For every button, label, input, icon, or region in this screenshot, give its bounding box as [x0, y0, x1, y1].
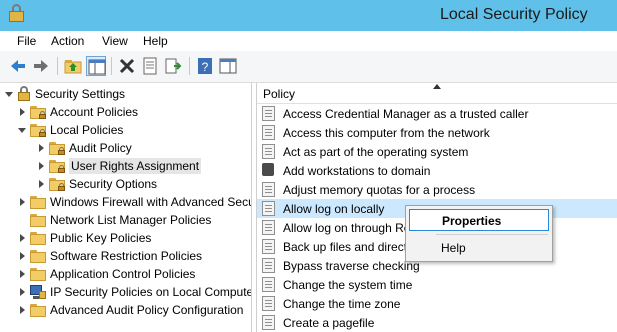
- up-folder-icon[interactable]: [63, 56, 83, 76]
- toolbar: ?: [0, 51, 617, 83]
- help-icon[interactable]: ?: [195, 56, 215, 76]
- window-title: Local Security Policy: [440, 6, 588, 23]
- folder-icon: [30, 267, 46, 281]
- policy-icon: [262, 144, 275, 159]
- svg-text:?: ?: [202, 60, 209, 74]
- expand-arrow-icon[interactable]: [17, 287, 27, 297]
- list-item[interactable]: Change the time zone: [257, 294, 617, 313]
- policy-icon: [262, 296, 275, 311]
- tree-item-network-list-manager[interactable]: Network List Manager Policies: [17, 211, 211, 229]
- menu-bar: File Action View Help: [0, 31, 617, 51]
- show-hide-tree-icon[interactable]: [86, 56, 106, 76]
- locked-folder-icon: [49, 159, 65, 173]
- ip-security-icon: [30, 284, 46, 300]
- locked-folder-icon: [30, 105, 46, 119]
- title-bar: Local Security Policy: [0, 0, 617, 31]
- menu-help[interactable]: Help: [143, 34, 168, 48]
- locked-folder-icon: [49, 141, 65, 155]
- menu-view[interactable]: View: [102, 34, 128, 48]
- collapse-arrow-icon[interactable]: [17, 125, 27, 135]
- list-item[interactable]: Create a pagefile: [257, 313, 617, 332]
- expand-arrow-icon[interactable]: [17, 269, 27, 279]
- folder-icon: [30, 249, 46, 263]
- security-lock-icon: [17, 86, 31, 102]
- policy-icon: [262, 277, 275, 292]
- context-menu-separator: [436, 234, 548, 235]
- properties-icon[interactable]: [140, 56, 160, 76]
- policy-icon: [262, 220, 275, 235]
- toolbar-separator: [189, 57, 190, 75]
- folder-icon: [30, 231, 46, 245]
- expand-arrow-icon[interactable]: [36, 143, 46, 153]
- policy-column-header[interactable]: Policy: [257, 83, 617, 104]
- show-action-pane-icon[interactable]: [218, 56, 238, 76]
- forward-icon[interactable]: [31, 56, 51, 76]
- list-item[interactable]: Adjust memory quotas for a process: [257, 180, 617, 199]
- tree-item-ip-security-policies[interactable]: IP Security Policies on Local Compute: [17, 283, 251, 301]
- delete-icon[interactable]: [117, 56, 137, 76]
- sort-ascending-icon: [433, 84, 441, 89]
- list-item[interactable]: Access Credential Manager as a trusted c…: [257, 104, 617, 123]
- context-menu-help[interactable]: Help: [409, 237, 549, 259]
- tree-item-public-key-policies[interactable]: Public Key Policies: [17, 229, 151, 247]
- expand-arrow-icon[interactable]: [36, 161, 46, 171]
- expand-arrow-icon[interactable]: [17, 251, 27, 261]
- menu-action[interactable]: Action: [51, 34, 84, 48]
- tree-item-security-options[interactable]: Security Options: [36, 175, 157, 193]
- context-menu-properties[interactable]: Properties: [409, 209, 549, 231]
- list-item[interactable]: Access this computer from the network: [257, 123, 617, 142]
- tree-item-user-rights-assignment[interactable]: User Rights Assignment: [36, 157, 202, 175]
- list-item[interactable]: Change the system time: [257, 275, 617, 294]
- policy-icon: [262, 201, 275, 216]
- policy-icon: [262, 258, 275, 273]
- expand-arrow-icon[interactable]: [17, 107, 27, 117]
- tree-item-software-restriction[interactable]: Software Restriction Policies: [17, 247, 202, 265]
- tree-pane: Security Settings Account Policies Local…: [0, 83, 252, 332]
- tree-item-application-control[interactable]: Application Control Policies: [17, 265, 195, 283]
- policy-group-icon: [262, 163, 275, 178]
- security-policy-app-icon: [9, 4, 24, 22]
- locked-folder-icon: [49, 177, 65, 191]
- menu-file[interactable]: File: [17, 34, 36, 48]
- list-item[interactable]: Act as part of the operating system: [257, 142, 617, 161]
- tree-item-account-policies[interactable]: Account Policies: [17, 103, 138, 121]
- tree-item-audit-policy[interactable]: Audit Policy: [36, 139, 132, 157]
- expand-arrow-icon[interactable]: [17, 305, 27, 315]
- folder-icon: [30, 303, 46, 317]
- policy-icon: [262, 315, 275, 330]
- toolbar-separator: [57, 57, 58, 75]
- expand-arrow-icon[interactable]: [17, 233, 27, 243]
- policy-icon: [262, 182, 275, 197]
- folder-icon: [30, 195, 46, 209]
- context-menu: Properties Help: [405, 205, 553, 262]
- tree-item-windows-firewall[interactable]: Windows Firewall with Advanced Secu: [17, 193, 251, 211]
- export-list-icon[interactable]: [163, 56, 183, 76]
- policy-icon: [262, 239, 275, 254]
- tree-root-security-settings[interactable]: Security Settings: [4, 85, 125, 103]
- toolbar-separator: [111, 57, 112, 75]
- list-item[interactable]: Add workstations to domain: [257, 161, 617, 180]
- policy-icon: [262, 106, 275, 121]
- expand-arrow-icon[interactable]: [17, 197, 27, 207]
- expand-arrow-icon[interactable]: [36, 179, 46, 189]
- locked-folder-icon: [30, 123, 46, 137]
- policy-icon: [262, 125, 275, 140]
- folder-icon: [30, 213, 46, 227]
- tree-item-advanced-audit-policy[interactable]: Advanced Audit Policy Configuration: [17, 301, 243, 319]
- collapse-arrow-icon[interactable]: [4, 89, 14, 99]
- back-icon[interactable]: [8, 56, 28, 76]
- tree-item-local-policies[interactable]: Local Policies: [17, 121, 123, 139]
